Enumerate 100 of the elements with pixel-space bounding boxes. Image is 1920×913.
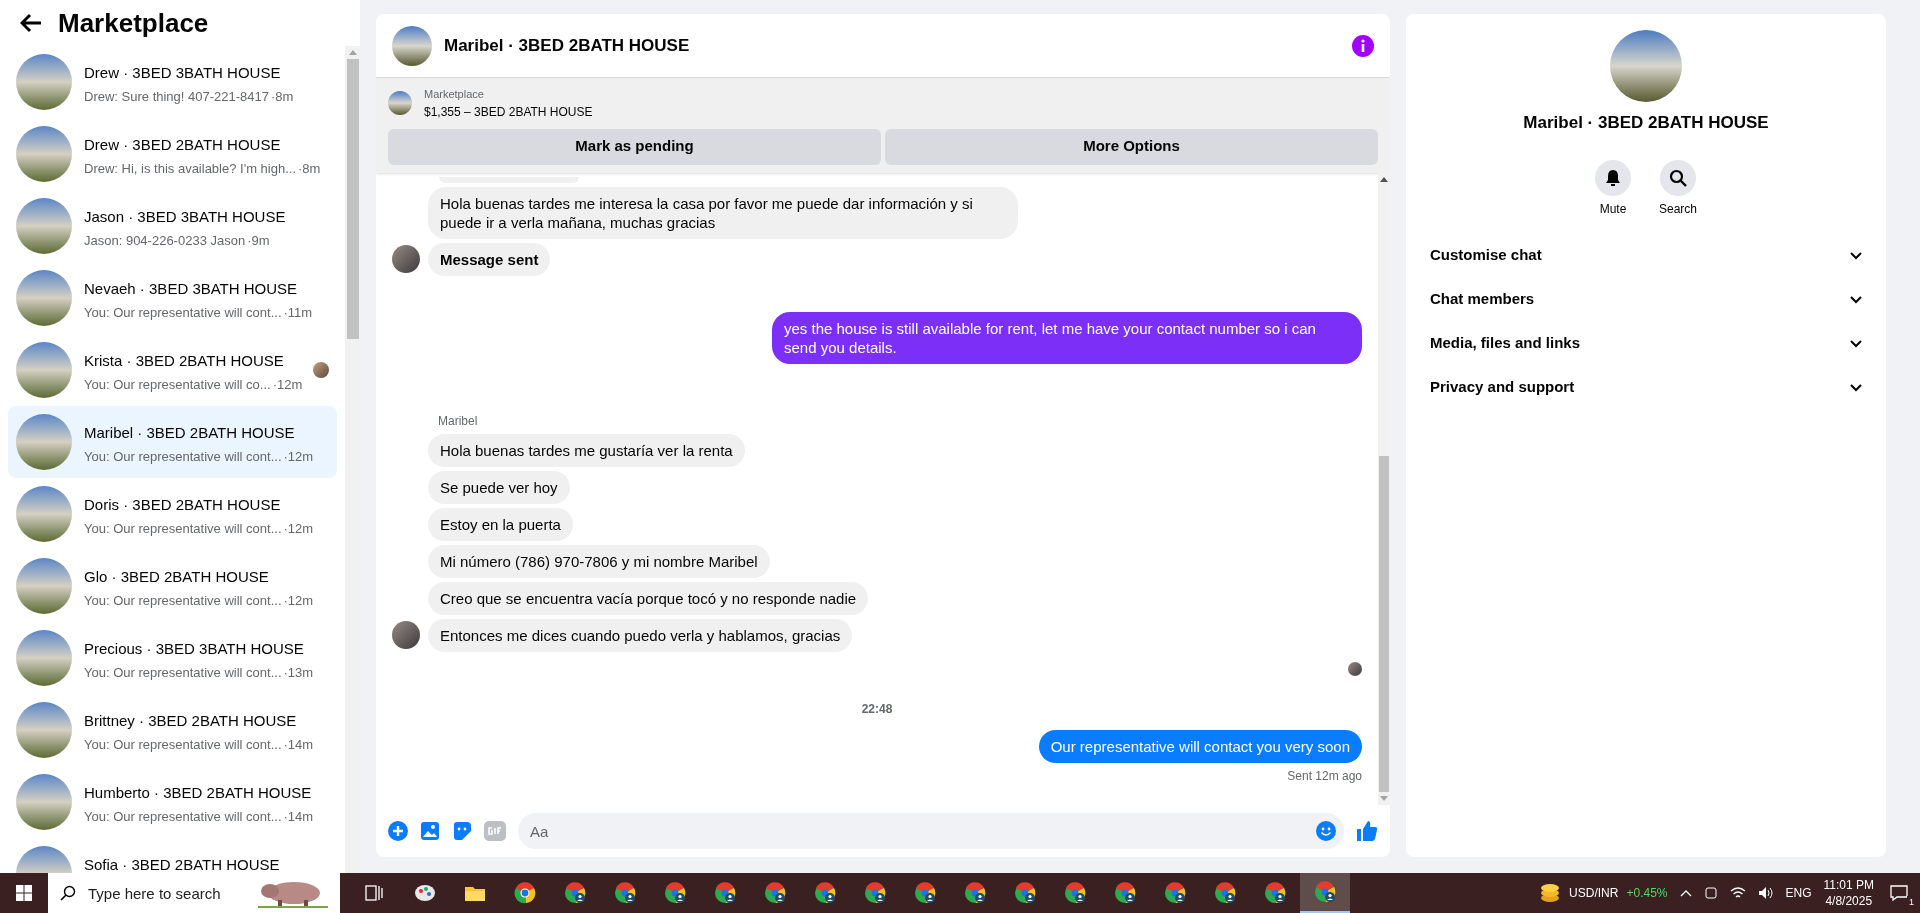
message-time: ·12m: [272, 375, 303, 394]
browser-profile-icon: [813, 881, 837, 905]
message-preview: You: Our representative will cont...: [84, 735, 282, 754]
browser-profile-icon: [1163, 881, 1187, 905]
message-time: ·14m: [283, 735, 314, 754]
message-preview: Drew: Sure thing! 407-221-8417: [84, 87, 269, 106]
scrollbar-thumb[interactable]: [346, 59, 359, 339]
chevron-up-icon[interactable]: [1679, 889, 1692, 897]
mute-button[interactable]: [1595, 159, 1631, 196]
browser-profile-icon: [1213, 881, 1237, 905]
timestamp: 22:48: [861, 700, 893, 718]
message-preview: Drew: Hi, is this available? I'm high...: [84, 159, 296, 178]
photo-placeholder: [16, 558, 72, 614]
conversation-item[interactable]: Humberto · 3BED 2BATH HOUSE You: Our representative will cont...·14m: [8, 766, 337, 838]
thumbs-up-icon[interactable]: [1356, 820, 1378, 842]
photo-placeholder: [16, 774, 72, 830]
photo-placeholder: [16, 414, 72, 470]
clock[interactable]: 11:01 PM 4/8/2025: [1823, 877, 1874, 909]
emoji-icon[interactable]: [1316, 821, 1336, 841]
action-button[interactable]: More Options: [885, 128, 1378, 165]
coins-icon: [1539, 883, 1562, 903]
conversation-item[interactable]: Drew · 3BED 3BATH HOUSE Drew: Sure thing! 407-221-8417·8m: [8, 46, 337, 118]
message-bubble: Message sent: [428, 242, 551, 276]
ticker-label: USD/INR: [1569, 885, 1619, 902]
wifi-icon[interactable]: [1729, 886, 1746, 900]
photo-placeholder: [16, 126, 72, 182]
scrollbar-thumb[interactable]: [1379, 455, 1389, 792]
sender-name: Maribel: [438, 413, 478, 428]
accordion-item[interactable]: Media, files and links: [1422, 321, 1870, 366]
conversation-item[interactable]: Doris · 3BED 2BATH HOUSE You: Our representative will cont...·12m: [8, 478, 337, 550]
conversation-item[interactable]: Drew · 3BED 2BATH HOUSE Drew: Hi, is this available? I'm high...·8m: [8, 118, 337, 190]
browser-profile-icon: [1063, 881, 1087, 905]
conversation-item[interactable]: Nevaeh · 3BED 3BATH HOUSE You: Our representative will cont...·11m: [8, 262, 337, 334]
conversation-item[interactable]: Krista · 3BED 2BATH HOUSE You: Our representative will co...·12m: [8, 334, 337, 406]
chat-title: Maribel · 3BED 2BATH HOUSE: [444, 34, 691, 57]
accordion-item[interactable]: Privacy and support: [1422, 365, 1870, 410]
browser-profile-icon: [863, 881, 887, 905]
message-time: ·8m: [298, 159, 321, 178]
action-button[interactable]: Mark as pending: [388, 128, 881, 165]
browser-profile-icon: [913, 881, 937, 905]
conversation-item[interactable]: Glo · 3BED 2BATH HOUSE You: Our representative will cont...·12m: [8, 550, 337, 622]
back-arrow-icon[interactable]: [20, 13, 42, 33]
scrollbar[interactable]: [345, 46, 360, 873]
sidebar-title: Marketplace: [58, 6, 209, 40]
taskbar-app[interactable]: [1300, 873, 1350, 913]
conversation-item[interactable]: Precious · 3BED 3BATH HOUSE You: Our representative will cont...·13m: [8, 622, 337, 694]
conversation-title: Maribel · 3BED 2BATH HOUSE: [84, 423, 296, 443]
message-time: ·9m: [247, 231, 270, 250]
photo-placeholder: [16, 630, 72, 686]
language-indicator[interactable]: ENG: [1785, 884, 1812, 902]
browser-profile-icon: [1113, 881, 1137, 905]
browser-profile-icon: [663, 881, 687, 905]
chevron-icon: [1850, 383, 1862, 392]
message-input-field[interactable]: Aa: [518, 813, 1344, 849]
message-time: ·11m: [283, 303, 313, 322]
photo-placeholder: [392, 25, 432, 66]
browser-profile-icon: [1013, 881, 1037, 905]
accordion-item[interactable]: Customise chat: [1422, 233, 1870, 278]
bell-icon: [1605, 168, 1621, 187]
browser-profile-icon: [1263, 881, 1287, 905]
speaker-icon[interactable]: [1757, 886, 1774, 900]
message-preview: You: Our representative will cont...: [84, 447, 282, 466]
conversation-item[interactable]: Brittney · 3BED 2BATH HOUSE You: Our representative will cont...·14m: [8, 694, 337, 766]
search-icon: [1669, 168, 1687, 187]
browser-icon: [513, 881, 537, 905]
message-time: ·12m: [283, 519, 314, 538]
message-preview: You: Our representative will co...: [84, 375, 271, 394]
message-time: ·14m: [283, 807, 314, 826]
browser-profile-icon: [1313, 880, 1337, 904]
scroll-up-arrow-icon[interactable]: [1380, 176, 1388, 182]
sticker-icon[interactable]: [452, 821, 472, 841]
search-button[interactable]: [1660, 159, 1696, 196]
browser-profile-icon: [613, 881, 637, 905]
message-preview: Jason: 904-226-0233 Jason: [84, 231, 246, 250]
message-bubble: Hola buenas tardes me interesa la casa por favor me puede dar información y si puede ir a verla mañana, muchas gracias: [428, 186, 1018, 239]
message-time: ·8m: [271, 87, 294, 106]
photo-placeholder: [388, 91, 412, 116]
message-bubble: Our representative will contact you very soon: [1038, 729, 1362, 763]
message-bubble: yes the house is still available for rent, let me have your contact number so i can send you details.: [772, 311, 1362, 364]
scrollbar[interactable]: [1378, 172, 1390, 805]
ticker-change: +0.45%: [1626, 885, 1668, 902]
plus-icon[interactable]: [388, 821, 408, 841]
info-icon[interactable]: [1352, 34, 1374, 57]
message-preview: You: Our representative will cont...: [84, 807, 282, 826]
notification-icon[interactable]: [1890, 885, 1908, 901]
browser-profile-icon: [563, 881, 587, 905]
conversation-item[interactable]: Maribel · 3BED 2BATH HOUSE You: Our representative will cont...·12m: [8, 406, 337, 478]
listing-title[interactable]: $1,355 – 3BED 2BATH HOUSE: [424, 102, 593, 121]
photo-placeholder: [16, 486, 72, 542]
taskbar-search-field[interactable]: Type here to search: [48, 873, 340, 913]
conversation-title: Sofia · 3BED 2BATH HOUSE: [84, 855, 281, 873]
device-icon[interactable]: [1703, 886, 1718, 900]
chevron-icon: [1850, 251, 1862, 260]
image-icon[interactable]: [420, 821, 440, 841]
conversation-item[interactable]: Jason · 3BED 3BATH HOUSE Jason: 904-226-0233 Jason·9m: [8, 190, 337, 262]
chevron-icon: [1850, 295, 1862, 304]
action-label: Search: [1659, 200, 1697, 218]
conversation-title: Jason · 3BED 3BATH HOUSE: [84, 207, 287, 227]
accordion-item[interactable]: Chat members: [1422, 277, 1870, 322]
conversation-title: Drew · 3BED 3BATH HOUSE: [84, 63, 282, 83]
